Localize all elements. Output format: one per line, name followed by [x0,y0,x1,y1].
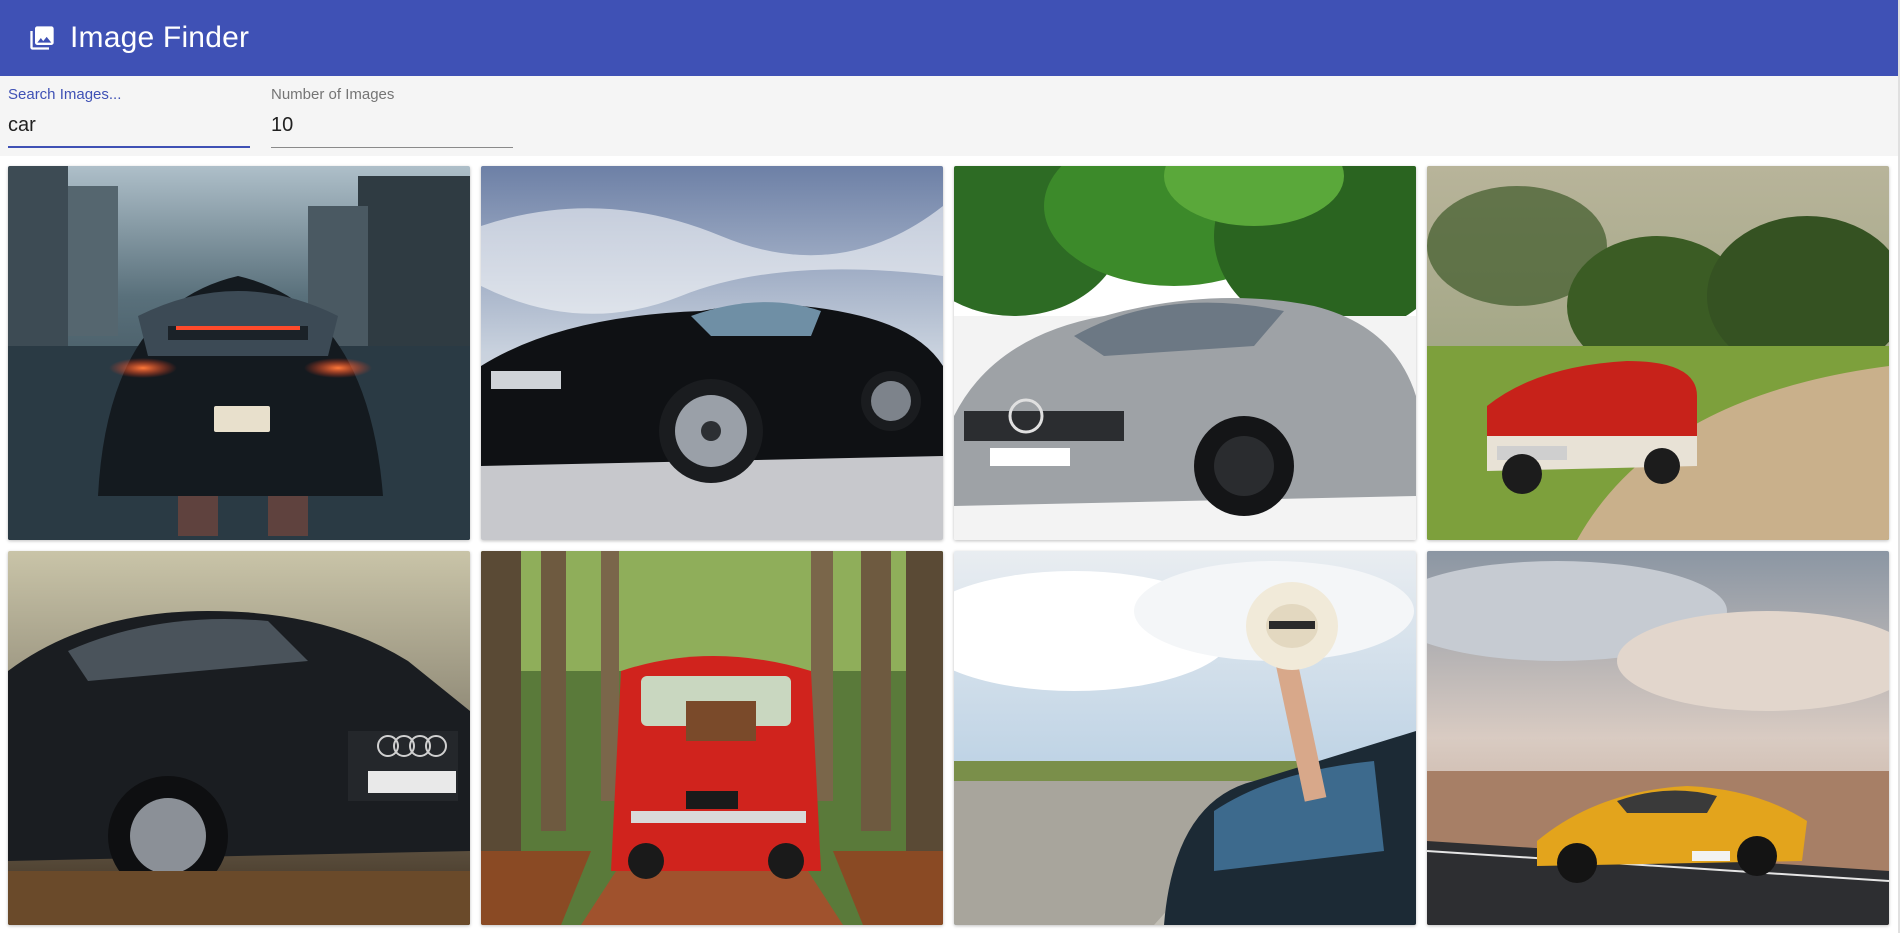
app-bar: Image Finder [0,0,1900,76]
car-photo [1427,166,1889,540]
image-tile[interactable] [481,551,943,925]
app-title: Image Finder [70,21,250,54]
image-tile[interactable] [954,551,1416,925]
car-photo [954,166,1416,540]
image-tile[interactable] [8,166,470,540]
image-tile[interactable] [8,551,470,925]
car-photo [954,551,1416,925]
image-tile[interactable] [1427,551,1889,925]
search-label: Search Images... [8,86,122,103]
search-input[interactable] [8,111,250,139]
car-photo [8,551,470,925]
image-tile[interactable] [1427,166,1889,540]
image-count-label: Number of Images [271,86,395,103]
image-count-field: Number of Images [271,86,513,148]
image-tile[interactable] [954,166,1416,540]
image-count-input[interactable] [271,111,513,139]
car-photo [8,166,470,540]
car-photo [1427,551,1889,925]
image-count-underline [271,147,513,148]
car-photo [481,551,943,925]
image-tile[interactable] [481,166,943,540]
car-photo [481,166,943,540]
image-finder-app: Image Finder Search Images... Number of … [0,0,1900,933]
search-underline [8,146,250,148]
search-field: Search Images... [8,86,250,148]
image-icon [28,24,56,52]
image-grid [8,166,1889,925]
search-controls: Search Images... Number of Images [0,76,1898,156]
